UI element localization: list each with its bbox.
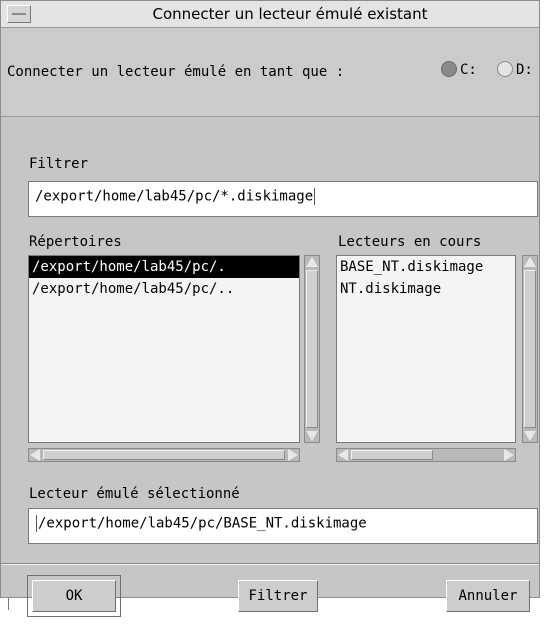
- connect-drive-dialog: Connecter un lecteur émulé existant Conn…: [0, 0, 540, 598]
- scroll-right-icon[interactable]: [288, 449, 298, 461]
- scroll-down-icon[interactable]: [306, 431, 318, 441]
- drive-d-label: D:: [516, 62, 533, 78]
- drive-item-base-nt[interactable]: BASE_NT.diskimage: [337, 256, 515, 278]
- ok-button[interactable]: OK: [32, 580, 116, 612]
- window-edge-mark: [8, 598, 9, 610]
- scroll-thumb[interactable]: [43, 450, 285, 460]
- directories-list[interactable]: /export/home/lab45/pc/. /export/home/lab…: [28, 255, 300, 443]
- current-drives-list[interactable]: BASE_NT.diskimage NT.diskimage: [336, 255, 516, 443]
- drive-c-radio[interactable]: [441, 61, 457, 77]
- selection-input[interactable]: /export/home/lab45/pc/BASE_NT.diskimage: [28, 508, 538, 544]
- current-drives-horizontal-scrollbar[interactable]: [336, 448, 516, 462]
- current-drives-label: Lecteurs en cours: [338, 234, 482, 250]
- scroll-left-icon[interactable]: [338, 449, 348, 461]
- directories-label: Répertoires: [29, 234, 122, 250]
- connect-as-label: Connecter un lecteur émulé en tant que :: [7, 64, 345, 80]
- directories-vertical-scrollbar[interactable]: [304, 255, 320, 443]
- window-menu-button[interactable]: [7, 5, 31, 23]
- directory-item-current[interactable]: /export/home/lab45/pc/.: [29, 256, 299, 278]
- drive-c-label: C:: [460, 62, 477, 78]
- scroll-up-icon[interactable]: [306, 257, 318, 267]
- button-separator: [1, 563, 539, 565]
- selection-input-text: /export/home/lab45/pc/BASE_NT.diskimage: [38, 515, 367, 532]
- filter-label: Filtrer: [29, 156, 89, 172]
- directories-horizontal-scrollbar[interactable]: [28, 448, 300, 462]
- dialog-title: Connecter un lecteur émulé existant: [152, 5, 428, 23]
- current-drives-vertical-scrollbar[interactable]: [522, 255, 538, 443]
- scroll-up-icon[interactable]: [524, 257, 536, 267]
- scroll-down-icon[interactable]: [524, 431, 536, 441]
- drive-d-radio[interactable]: [497, 61, 513, 77]
- cancel-button[interactable]: Annuler: [446, 580, 530, 612]
- scroll-left-icon[interactable]: [30, 449, 40, 461]
- scroll-thumb[interactable]: [351, 450, 433, 460]
- filter-input-text: /export/home/lab45/pc/*.diskimage: [35, 188, 314, 205]
- text-cursor: [314, 188, 316, 205]
- drive-item-nt[interactable]: NT.diskimage: [337, 278, 515, 300]
- scroll-right-icon[interactable]: [504, 449, 514, 461]
- title-bar: Connecter un lecteur émulé existant: [1, 1, 539, 28]
- filter-button[interactable]: Filtrer: [238, 580, 318, 612]
- scroll-thumb[interactable]: [524, 270, 536, 428]
- drive-letter-panel: Connecter un lecteur émulé en tant que :…: [1, 28, 539, 117]
- scroll-thumb[interactable]: [306, 270, 318, 428]
- selection-label: Lecteur émulé sélectionné: [29, 486, 240, 502]
- directory-item-parent[interactable]: /export/home/lab45/pc/..: [29, 278, 299, 300]
- text-cursor: [36, 515, 37, 532]
- filter-input[interactable]: /export/home/lab45/pc/*.diskimage: [28, 181, 538, 217]
